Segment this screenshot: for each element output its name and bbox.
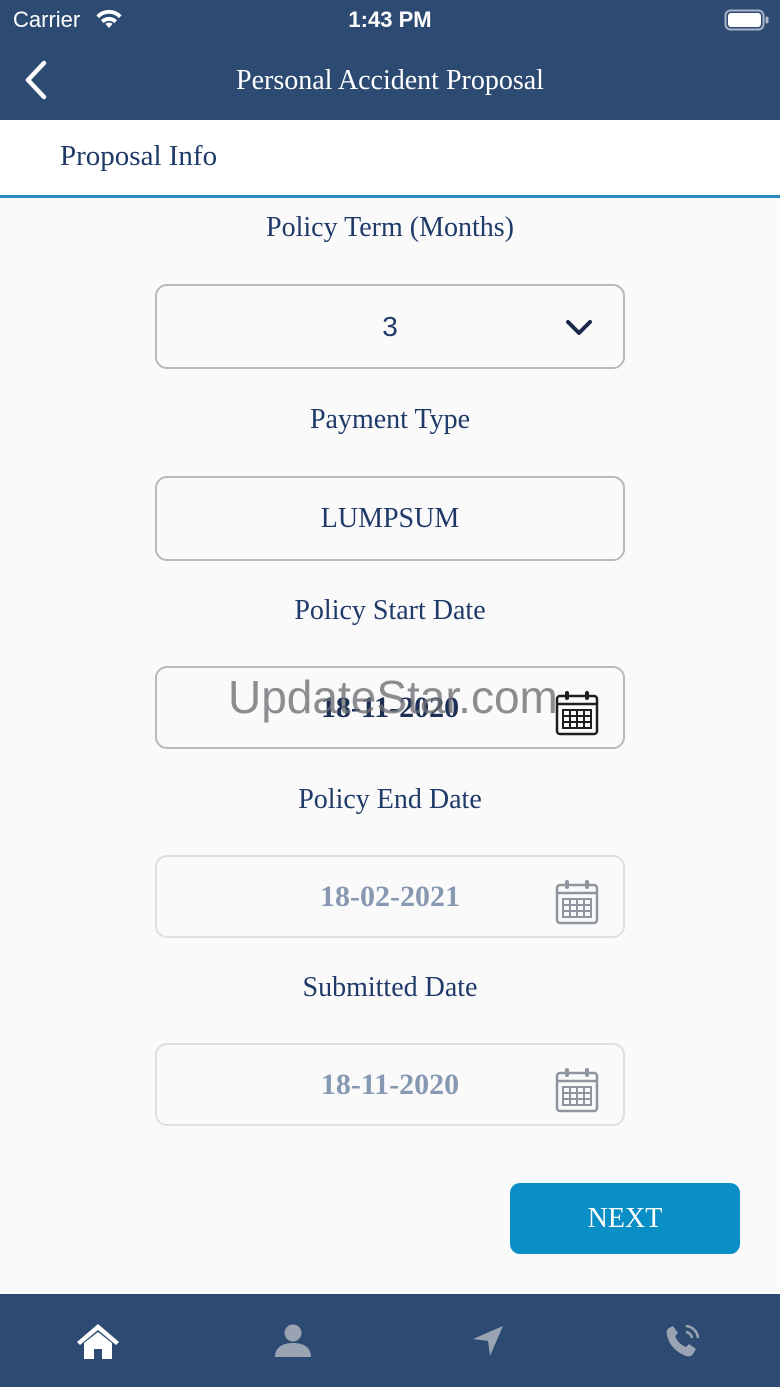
top-bar: Carrier 1:43 PM Personal Accident Propos… — [0, 0, 780, 120]
battery-icon — [724, 9, 769, 31]
location-arrow-icon — [472, 1325, 503, 1356]
policy-term-label: Policy Term (Months) — [266, 212, 514, 243]
phone-icon — [666, 1324, 699, 1356]
next-button[interactable]: NEXT — [510, 1183, 740, 1254]
page-title: Personal Accident Proposal — [236, 65, 544, 96]
tab-profile[interactable] — [195, 1294, 390, 1387]
submitted-date-value: 18-11-2020 — [320, 1067, 460, 1101]
calendar-icon — [555, 1068, 599, 1113]
clock-time: 1:43 PM — [348, 7, 432, 32]
policy-end-date-label: Policy End Date — [298, 784, 482, 815]
policy-term-dropdown[interactable]: 3 — [155, 284, 625, 369]
policy-start-date-value: 18-11-2020 — [320, 690, 460, 724]
submitted-date-field: 18-11-2020 — [155, 1043, 625, 1126]
calendar-icon[interactable] — [555, 690, 599, 736]
bottom-tab-bar — [0, 1294, 780, 1387]
person-icon — [274, 1324, 311, 1357]
policy-start-date-label: Policy Start Date — [294, 595, 486, 626]
chevron-down-icon[interactable] — [565, 319, 593, 337]
payment-type-field[interactable]: LUMPSUM — [155, 476, 625, 561]
section-divider — [0, 195, 780, 198]
section-title: Proposal Info — [60, 140, 218, 172]
policy-end-date-field: 18-02-2021 — [155, 855, 625, 938]
tab-contact[interactable] — [585, 1294, 780, 1387]
payment-type-value: LUMPSUM — [320, 502, 460, 534]
home-icon — [76, 1323, 119, 1359]
tab-home[interactable] — [0, 1294, 195, 1387]
calendar-icon — [555, 880, 599, 925]
submitted-date-label: Submitted Date — [302, 972, 478, 1003]
policy-term-value: 3 — [382, 310, 398, 342]
tab-location[interactable] — [390, 1294, 585, 1387]
payment-type-label: Payment Type — [309, 404, 471, 435]
policy-start-date-field[interactable]: 18-11-2020 — [155, 666, 625, 749]
policy-end-date-value: 18-02-2021 — [320, 879, 460, 913]
section-header: Proposal Info — [0, 120, 780, 195]
